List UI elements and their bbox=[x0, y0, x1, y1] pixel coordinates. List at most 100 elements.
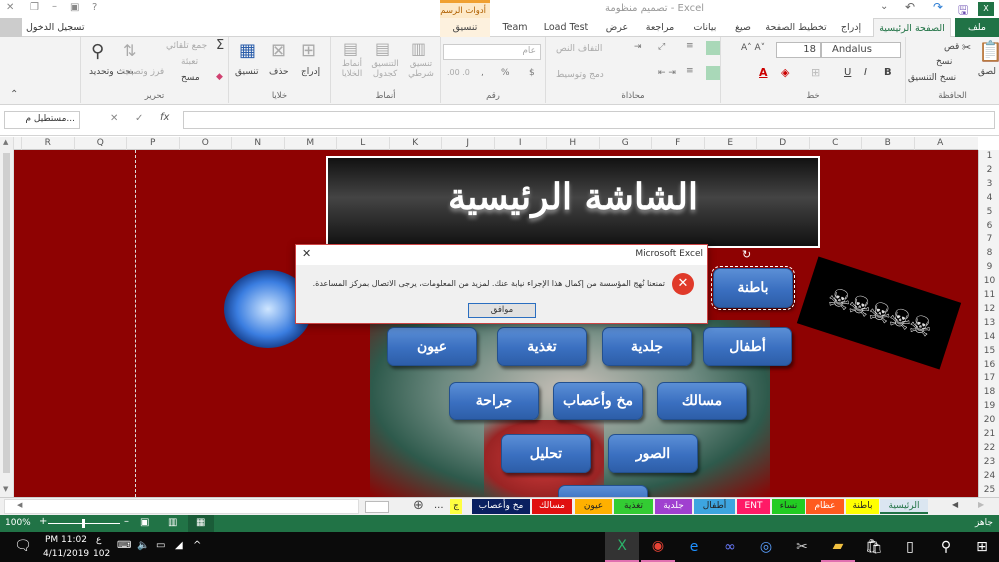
undo-icon[interactable]: ↶ bbox=[905, 0, 915, 14]
copy-button[interactable]: نسخ bbox=[936, 57, 952, 67]
name-box[interactable]: مستطيل م... bbox=[4, 111, 80, 129]
clock-date[interactable]: 4/11/2019 bbox=[43, 549, 89, 559]
enter-icon[interactable]: ✓ bbox=[135, 113, 143, 124]
page-break-view-icon[interactable]: ▥ bbox=[168, 517, 177, 528]
row-header[interactable]: 25 bbox=[979, 484, 999, 498]
column-header[interactable]: G bbox=[598, 137, 652, 150]
cut-button[interactable]: قص bbox=[944, 42, 959, 52]
taskbar-camera-icon[interactable]: ◎ bbox=[749, 532, 783, 562]
format-painter-button[interactable]: نسخ التنسيق bbox=[908, 73, 956, 83]
format-button[interactable]: تنسيق bbox=[235, 67, 258, 77]
sort-filter-button[interactable]: فرز وتصفية bbox=[121, 67, 164, 77]
row-header[interactable]: 8 bbox=[979, 247, 999, 261]
oyoun-button[interactable]: عيون bbox=[387, 327, 477, 366]
autosum-button[interactable]: جمع تلقائي bbox=[166, 41, 207, 51]
scroll-down-icon[interactable]: ▼ bbox=[3, 485, 8, 493]
row-header[interactable]: 18 bbox=[979, 386, 999, 400]
ribbon-display-icon[interactable]: ▣ bbox=[70, 2, 79, 13]
page-layout-view-icon[interactable]: ▣ bbox=[140, 517, 149, 528]
battery-icon[interactable]: ▭ bbox=[156, 540, 165, 551]
column-header[interactable]: E bbox=[703, 137, 757, 150]
row-header[interactable]: 5 bbox=[979, 206, 999, 220]
sheet-tab[interactable]: جلدية bbox=[655, 499, 692, 514]
zoom-slider-thumb[interactable] bbox=[82, 519, 85, 528]
column-header[interactable]: D bbox=[756, 137, 809, 150]
row-header[interactable]: 15 bbox=[979, 345, 999, 359]
column-header[interactable]: F bbox=[651, 137, 704, 150]
row-header[interactable]: 19 bbox=[979, 400, 999, 414]
start-windows-icon[interactable]: ⊞ bbox=[965, 532, 999, 562]
zoom-out-icon[interactable]: – bbox=[124, 516, 129, 527]
format-as-table-button[interactable]: التنسيق كجدول bbox=[367, 59, 403, 79]
align-middle-button[interactable] bbox=[706, 41, 720, 55]
sheet-tab[interactable]: عيون bbox=[575, 499, 612, 514]
taghdhiya-button[interactable]: تغذية bbox=[497, 327, 587, 366]
sheet-tab[interactable]: مخ وأعصاب bbox=[472, 499, 530, 514]
column-header[interactable]: B bbox=[861, 137, 914, 150]
sheet-tab[interactable]: أطفال bbox=[694, 499, 735, 514]
column-header[interactable]: O bbox=[178, 137, 232, 150]
column-header[interactable]: I bbox=[493, 137, 547, 150]
task-view-icon[interactable]: ▯ bbox=[893, 532, 927, 562]
font-size-select[interactable]: 18 bbox=[776, 42, 821, 58]
masalik-button[interactable]: مسالك bbox=[657, 382, 747, 420]
text-direction-icon[interactable]: ⇥ bbox=[634, 42, 642, 52]
column-header[interactable]: H bbox=[546, 137, 599, 150]
column-header[interactable]: R bbox=[21, 137, 74, 150]
volume-icon[interactable]: 🔈 bbox=[137, 540, 149, 551]
dialog-close-button[interactable]: ✕ bbox=[302, 247, 311, 260]
keyboard-icon[interactable]: ⌨ bbox=[117, 540, 131, 551]
row-header[interactable]: 23 bbox=[979, 456, 999, 470]
customize-qat-icon[interactable]: ⌄ bbox=[880, 1, 888, 12]
currency-button[interactable]: $ bbox=[529, 68, 535, 78]
ok-button[interactable]: موافق bbox=[468, 303, 536, 318]
normal-view-button[interactable]: ▦ bbox=[188, 515, 214, 532]
column-header[interactable]: J bbox=[441, 137, 494, 150]
taskbar-store-icon[interactable]: 🛍 bbox=[857, 532, 891, 562]
scroll-thumb[interactable] bbox=[3, 153, 10, 473]
taskbar-app-icon[interactable]: ∞ bbox=[713, 532, 747, 562]
taskbar-snipping-icon[interactable]: ✂ bbox=[785, 532, 819, 562]
column-header[interactable]: K bbox=[388, 137, 442, 150]
tab-view[interactable]: عرض bbox=[602, 18, 632, 37]
partial-button[interactable] bbox=[558, 485, 648, 497]
font-size-grow-icon[interactable]: A˄ A˅ bbox=[741, 43, 765, 53]
batna-button[interactable]: باطنة bbox=[711, 266, 795, 310]
minimize-icon[interactable]: – bbox=[52, 1, 57, 12]
atfal-button[interactable]: أطفال bbox=[703, 327, 792, 366]
avatar[interactable] bbox=[0, 18, 22, 37]
more-sheets[interactable]: ... bbox=[434, 500, 444, 511]
wrap-text-button[interactable]: التفاف النص bbox=[556, 44, 602, 54]
close-window-icon[interactable]: ✕ bbox=[6, 2, 14, 13]
jiraha-button[interactable]: جراحة bbox=[449, 382, 539, 420]
tab-scroll-box[interactable] bbox=[365, 501, 389, 513]
cell-styles-button[interactable]: أنماط الخلايا bbox=[337, 59, 367, 79]
sheet-tab[interactable]: ENT bbox=[737, 499, 770, 514]
row-header[interactable]: 7 bbox=[979, 233, 999, 247]
zoom-level[interactable]: 100% bbox=[5, 518, 31, 528]
row-header[interactable]: 24 bbox=[979, 470, 999, 484]
vertical-scrollbar[interactable]: ▲ ▼ bbox=[0, 137, 14, 497]
comma-button[interactable]: , bbox=[481, 68, 484, 78]
tab-file[interactable]: ملف bbox=[955, 18, 999, 37]
show-hidden-icons[interactable]: ^ bbox=[193, 540, 201, 551]
font-name-select[interactable]: Andalus bbox=[821, 42, 901, 58]
row-header[interactable]: 14 bbox=[979, 331, 999, 345]
taskbar-explorer-icon[interactable]: ▰ bbox=[821, 532, 855, 562]
action-center-icon[interactable]: 🗨 bbox=[14, 538, 32, 554]
tab-prev-icon[interactable]: ◀ bbox=[952, 500, 958, 509]
rotate-handle-icon[interactable]: ↻ bbox=[742, 248, 751, 261]
tab-next-icon[interactable]: ▶ bbox=[978, 500, 984, 509]
row-header[interactable]: 3 bbox=[979, 178, 999, 192]
row-header[interactable]: 9 bbox=[979, 261, 999, 275]
tab-team[interactable]: Team bbox=[500, 18, 530, 37]
sheet-tab[interactable]: الرئيسية bbox=[880, 499, 928, 514]
column-header[interactable]: L bbox=[336, 137, 389, 150]
formula-input[interactable] bbox=[183, 111, 995, 129]
font-color-icon[interactable]: A bbox=[759, 66, 768, 79]
wifi-icon[interactable]: ◢ bbox=[175, 540, 183, 551]
tab-load-test[interactable]: Load Test bbox=[540, 18, 592, 37]
number-format-select[interactable]: عام bbox=[443, 44, 541, 60]
sowar-button[interactable]: الصور bbox=[608, 434, 698, 473]
row-header[interactable]: 1 bbox=[979, 150, 999, 164]
